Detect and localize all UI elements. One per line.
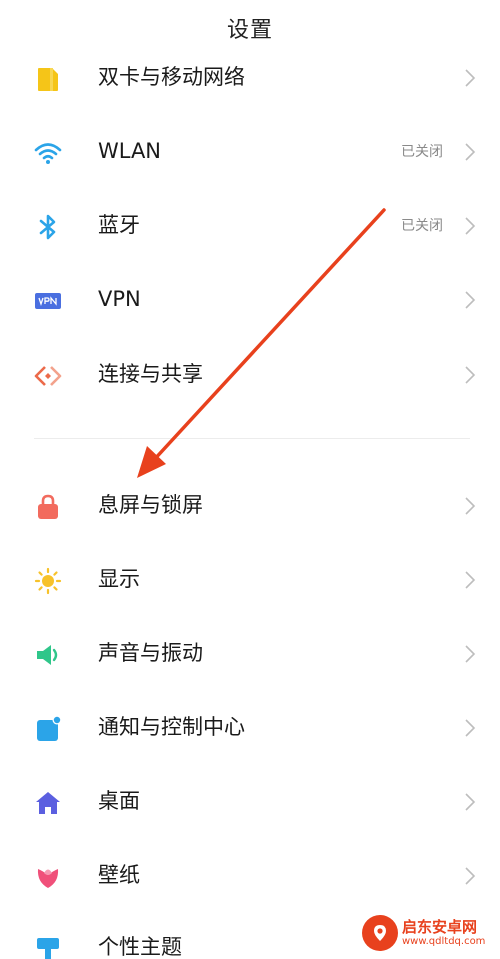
tulip-icon [37,869,59,888]
sim-card-icon [38,68,58,91]
status-text: 已关闭 [401,144,443,160]
settings-item-label: 个性主题 [98,935,182,959]
chevron-right-icon [465,645,476,663]
connection-share-icon [34,366,62,386]
chevron-right-icon [465,143,476,161]
settings-item-label: 通知与控制中心 [98,715,245,739]
settings-item-desktop[interactable]: 桌面 [0,772,500,832]
vpn-icon [35,293,61,309]
settings-item-label: 连接与共享 [98,362,203,386]
page-title: 设置 [226,18,273,43]
settings-item-label: 息屏与锁屏 [98,493,203,517]
brush-icon [37,938,59,959]
sun-icon [34,567,62,595]
speaker-icon [37,645,58,665]
settings-item-label: VPN [98,287,141,311]
chevron-right-icon [465,719,476,737]
settings-item-sound-vibration[interactable]: 声音与振动 [0,624,500,684]
chevron-right-icon [465,497,476,515]
wifi-icon [34,143,62,164]
settings-item-display[interactable]: 显示 [0,550,500,610]
settings-item-label: 壁纸 [98,863,140,887]
chevron-right-icon [465,366,476,384]
chevron-right-icon [465,793,476,811]
settings-item-notification-control[interactable]: 通知与控制中心 [0,698,500,758]
status-text: 已关闭 [401,218,443,234]
settings-item-bluetooth[interactable]: 蓝牙 已关闭 [0,196,500,256]
settings-item-dual-sim[interactable]: 双卡与移动网络 [0,48,500,108]
settings-item-label: 蓝牙 [98,213,140,237]
notification-icon [37,715,62,741]
chevron-right-icon [465,867,476,885]
settings-item-vpn[interactable]: VPN [0,270,500,330]
chevron-right-icon [465,69,476,87]
settings-item-label: 显示 [98,567,140,591]
settings-item-lock-screen[interactable]: 息屏与锁屏 [0,476,500,536]
settings-item-label: 桌面 [98,789,140,813]
settings-item-themes[interactable]: 个性主题 [0,918,500,959]
settings-item-wlan[interactable]: WLAN 已关闭 [0,122,500,182]
settings-item-label: 声音与振动 [98,641,203,665]
section-divider [34,438,470,439]
bluetooth-icon [39,214,56,240]
settings-item-label: WLAN [98,139,162,163]
chevron-right-icon [465,571,476,589]
settings-item-label: 双卡与移动网络 [98,65,245,89]
settings-item-connection-share[interactable]: 连接与共享 [0,345,500,405]
chevron-right-icon [465,291,476,309]
lock-icon [38,494,58,519]
settings-screen: 设置 双卡与移动网络 WLAN 已关闭 蓝牙 已关闭 VPN 连接与共享 息屏与… [0,0,500,959]
settings-item-wallpaper[interactable]: 壁纸 [0,846,500,906]
chevron-right-icon [465,217,476,235]
home-icon [36,792,60,814]
